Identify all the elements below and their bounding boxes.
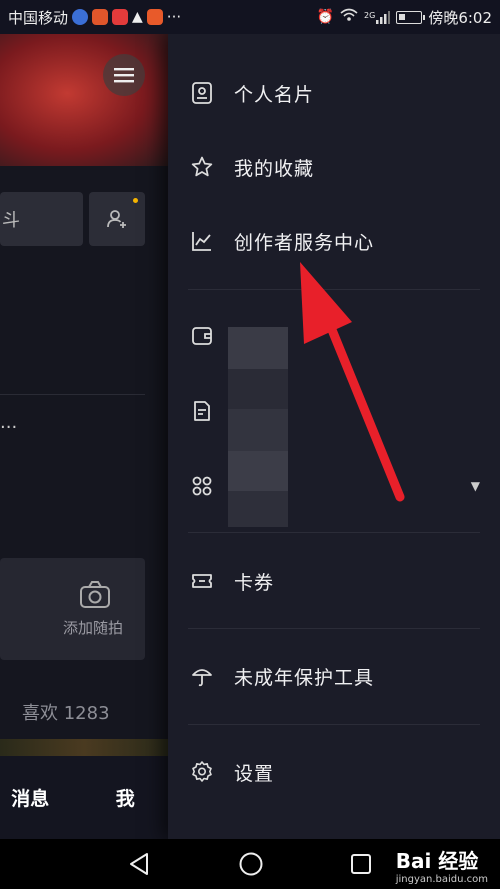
alarm-icon: ⏰ bbox=[316, 9, 335, 25]
bottom-nav: 消息 我 bbox=[0, 756, 168, 839]
apps-icon bbox=[188, 472, 216, 500]
drawer-item-label: 个人名片 bbox=[234, 83, 315, 106]
nav-messages[interactable]: 消息 bbox=[11, 784, 49, 811]
drawer-item-minor-protection[interactable]: 未成年保护工具 bbox=[188, 654, 480, 698]
nav-me[interactable]: 我 bbox=[116, 784, 135, 811]
drawer-item-label: 创作者服务中心 bbox=[234, 231, 375, 254]
document-icon bbox=[188, 397, 216, 425]
system-nav-bar: Bai 经验 jingyan.baidu.com bbox=[0, 839, 500, 889]
more-notifications-text: ··· bbox=[166, 8, 182, 26]
app-notification-icon bbox=[72, 9, 89, 25]
star-icon bbox=[188, 153, 216, 181]
recents-button[interactable] bbox=[350, 853, 372, 879]
camera-icon bbox=[80, 580, 110, 608]
content-thumbnail-strip bbox=[0, 739, 168, 756]
more-ellipsis: ... bbox=[0, 412, 18, 433]
drawer-item-label: 我的收藏 bbox=[234, 157, 315, 180]
menu-button[interactable] bbox=[103, 54, 145, 96]
time-text: 傍晚6:02 bbox=[428, 8, 492, 27]
drawer-item-coupons[interactable]: 卡券 bbox=[188, 559, 480, 603]
wallet-icon bbox=[188, 322, 216, 350]
edit-profile-button[interactable]: 斗 bbox=[0, 192, 83, 246]
add-photo-label: 添加随拍 bbox=[62, 618, 123, 637]
likes-count[interactable]: 喜欢 1283 bbox=[22, 699, 110, 725]
wifi-icon bbox=[340, 8, 358, 26]
hamburger-icon bbox=[114, 68, 134, 83]
battery-icon bbox=[396, 10, 426, 24]
qq-icon: ▲ bbox=[132, 9, 143, 25]
drawer-item-favorites[interactable]: 我的收藏 bbox=[188, 145, 480, 189]
drawer-item-creator-center[interactable]: 创作者服务中心 bbox=[188, 219, 480, 263]
profile-cover-image bbox=[0, 34, 168, 166]
video-app-icon bbox=[146, 9, 163, 25]
app-notification-icon bbox=[112, 9, 129, 25]
app-notification-icon bbox=[92, 9, 109, 25]
drawer-item-label: 设置 bbox=[234, 762, 275, 785]
chart-icon bbox=[188, 227, 216, 255]
ticket-icon bbox=[188, 567, 216, 595]
carrier-text: 中国移动 bbox=[8, 8, 69, 27]
id-card-icon bbox=[188, 79, 216, 107]
side-drawer: 个人名片 我的收藏 创作者服务中心 ▼ 卡券 未成年保护工具 设置 bbox=[168, 34, 500, 839]
add-friend-button[interactable] bbox=[89, 192, 145, 246]
status-bar: 中国移动 ▲ ··· ⏰ 2G 傍晚6:02 bbox=[0, 0, 500, 34]
drawer-item-label: 卡券 bbox=[234, 571, 275, 594]
back-button[interactable] bbox=[128, 852, 150, 880]
expand-triangle-icon[interactable]: ▼ bbox=[471, 479, 480, 493]
add-photo-card[interactable]: 添加随拍 bbox=[0, 558, 145, 660]
gear-icon bbox=[188, 758, 216, 786]
signal-icon: 2G bbox=[364, 10, 391, 24]
add-friend-icon bbox=[107, 210, 126, 228]
umbrella-icon bbox=[188, 662, 216, 690]
drawer-item-settings[interactable]: 设置 bbox=[188, 750, 480, 794]
drawer-item-business-card[interactable]: 个人名片 bbox=[188, 71, 480, 115]
drawer-item-label: 未成年保护工具 bbox=[234, 666, 375, 689]
baidu-jingyan-watermark: Bai 经验 jingyan.baidu.com bbox=[395, 849, 488, 885]
home-button[interactable] bbox=[238, 851, 264, 881]
notification-dot bbox=[133, 198, 138, 203]
